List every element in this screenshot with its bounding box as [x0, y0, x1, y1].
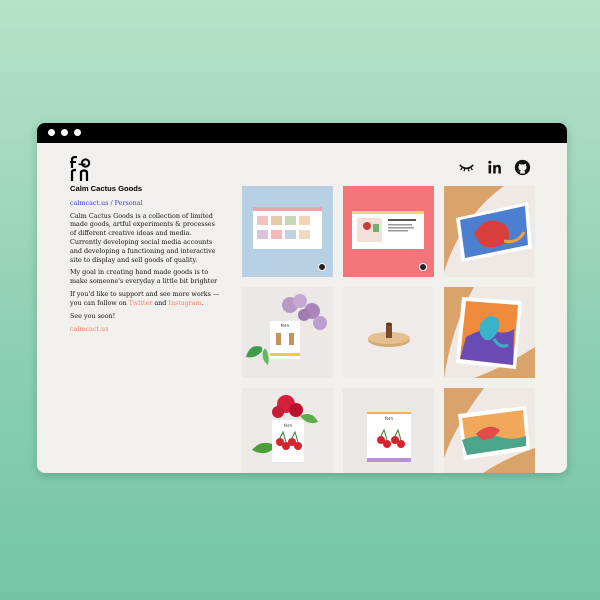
description-paragraph: Calm Cactus Goods is a collection of lim… — [70, 211, 216, 264]
project-title: Calm Cactus Goods — [70, 184, 143, 193]
project-subtitle[interactable]: calmcact.us / Personal — [70, 199, 222, 208]
github-icon[interactable] — [514, 159, 531, 176]
page-content: Calm Cactus Goods calmcact.us / Personal… — [37, 143, 567, 473]
gallery-tile-earrings-lilac[interactable]: fern — [242, 287, 333, 378]
gallery-tile-art-print-green[interactable] — [444, 388, 535, 473]
site-link[interactable]: calmcact.us — [70, 325, 222, 334]
linkedin-icon[interactable] — [486, 159, 503, 176]
gallery-tile-website-coral[interactable] — [343, 186, 434, 277]
sign-off: See you soon! — [70, 311, 116, 320]
gallery-tile-cherry-roses[interactable]: fern — [242, 388, 333, 473]
gallery-tile-cherry-card[interactable]: fern — [343, 388, 434, 473]
gallery-grid: fern fern fern — [242, 186, 535, 473]
follow-paragraph: If you'd like to support and see more wo… — [70, 290, 222, 308]
twitter-link[interactable]: Twitter — [129, 299, 153, 307]
tile-badge-icon — [419, 263, 427, 271]
window-dot-icon[interactable] — [61, 129, 68, 136]
svg-text:fern: fern — [385, 416, 393, 421]
browser-window: Calm Cactus Goods calmcact.us / Personal… — [37, 123, 567, 473]
social-links — [458, 159, 531, 176]
instagram-link[interactable]: Instagram — [168, 299, 201, 307]
window-dot-icon[interactable] — [74, 129, 81, 136]
tile-badge-icon — [318, 263, 326, 271]
svg-text:fern: fern — [284, 423, 292, 428]
window-dot-icon[interactable] — [48, 129, 55, 136]
gallery-tile-wood-stand[interactable] — [343, 287, 434, 378]
eye-lashes-icon[interactable] — [458, 159, 475, 176]
svg-text:fern: fern — [281, 323, 289, 328]
window-titlebar — [37, 123, 567, 143]
follow-and-text: and — [152, 298, 169, 307]
fern-logo[interactable] — [70, 156, 92, 182]
gallery-tile-art-print-blue[interactable] — [444, 287, 535, 378]
gallery-tile-website-blue[interactable] — [242, 186, 333, 277]
gallery-tile-art-print-red[interactable] — [444, 186, 535, 277]
goal-paragraph: My goal in creating hand made goods is t… — [70, 268, 218, 286]
follow-suffix-text: . — [201, 298, 204, 307]
project-description: Calm Cactus Goods calmcact.us / Personal… — [70, 184, 222, 334]
